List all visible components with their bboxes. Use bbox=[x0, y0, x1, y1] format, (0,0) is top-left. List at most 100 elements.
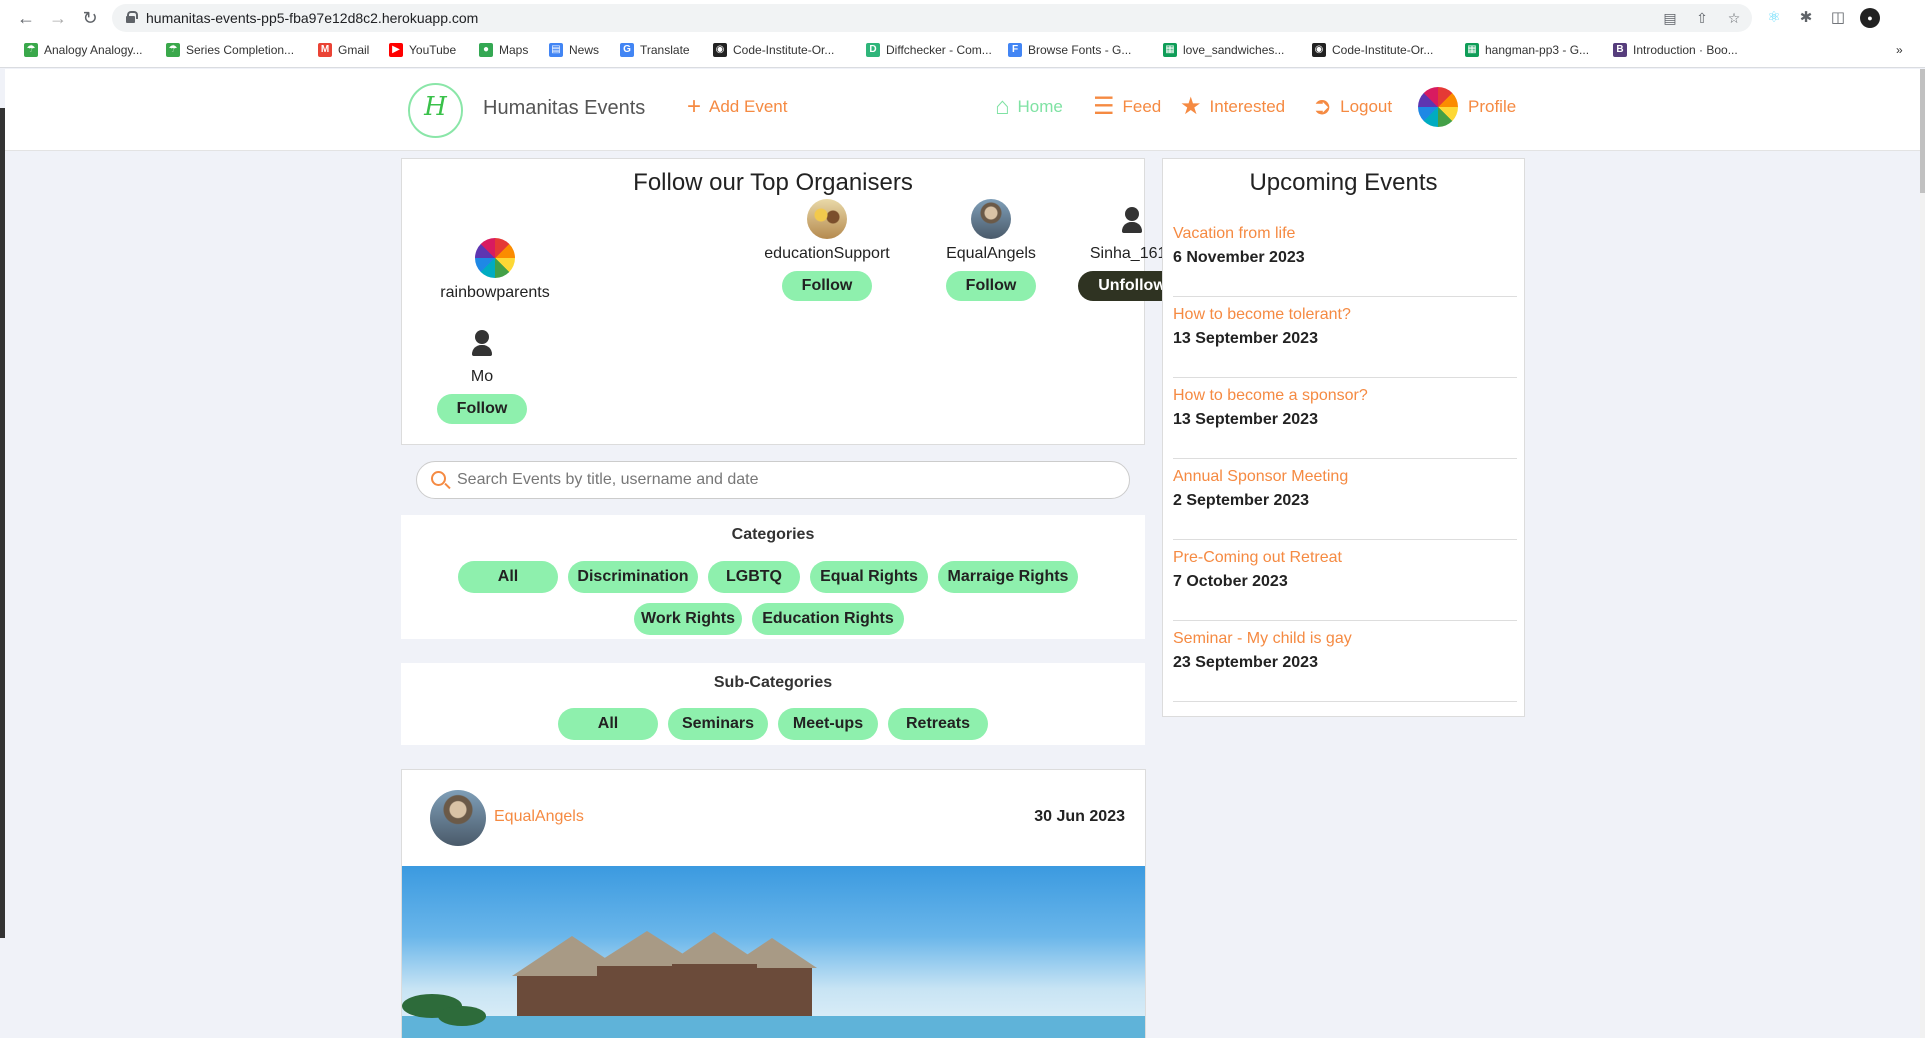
search-bar bbox=[416, 461, 1130, 499]
forward-icon[interactable]: → bbox=[48, 8, 68, 28]
nav-interested-label: Interested bbox=[1209, 97, 1286, 116]
category-chip-discrimination[interactable]: Discrimination bbox=[568, 561, 698, 593]
event-title-link[interactable]: Seminar - My child is gay bbox=[1173, 630, 1352, 648]
upcoming-event-item: Seminar - My child is gay 23 September 2… bbox=[1173, 620, 1517, 702]
nav-interested[interactable]: ★ Interested bbox=[1180, 95, 1286, 119]
side-panel-icon[interactable]: ◫ bbox=[1828, 8, 1848, 28]
event-title-link[interactable]: How to become a sponsor? bbox=[1173, 387, 1368, 405]
bookmark-item[interactable]: D Diffchecker - Com... bbox=[866, 43, 992, 57]
nav-logout[interactable]: ➲ Logout bbox=[1312, 93, 1392, 120]
bookmark-star-icon[interactable]: ☆ bbox=[1726, 10, 1742, 26]
bookmark-item[interactable]: ● Maps bbox=[479, 43, 528, 57]
bookmark-label: Diffchecker - Com... bbox=[886, 43, 992, 57]
category-chip-education-rights[interactable]: Education Rights bbox=[752, 603, 904, 635]
gmail-icon: M bbox=[318, 43, 332, 57]
page-scrollbar[interactable] bbox=[1920, 69, 1925, 1038]
address-bar[interactable]: humanitas-events-pp5-fba97e12d8c2.heroku… bbox=[112, 4, 1752, 32]
avatar[interactable] bbox=[807, 199, 847, 239]
subcategory-chip-meetups[interactable]: Meet-ups bbox=[778, 708, 878, 740]
more-bookmarks-icon[interactable]: » bbox=[1896, 43, 1903, 57]
bookmark-label: Introduction · Boo... bbox=[1633, 43, 1738, 57]
category-chip-lgbtq[interactable]: LGBTQ bbox=[708, 561, 800, 593]
url-text[interactable]: humanitas-events-pp5-fba97e12d8c2.heroku… bbox=[146, 10, 478, 26]
avatar[interactable] bbox=[971, 199, 1011, 239]
category-chip-marriage-rights[interactable]: Marraige Rights bbox=[938, 561, 1078, 593]
organiser-name[interactable]: rainbowparents bbox=[425, 284, 565, 302]
feed-icon: ☰ bbox=[1093, 93, 1115, 120]
maps-icon: ● bbox=[479, 43, 493, 57]
subcategory-chip-all[interactable]: All bbox=[558, 708, 658, 740]
bookmark-item[interactable]: F Browse Fonts - G... bbox=[1008, 43, 1131, 57]
nav-profile[interactable]: Profile bbox=[1418, 87, 1516, 127]
upcoming-event-item: How to become a sponsor? 13 September 20… bbox=[1173, 377, 1517, 459]
event-title-link[interactable]: Annual Sponsor Meeting bbox=[1173, 468, 1348, 486]
search-input[interactable] bbox=[457, 468, 1117, 492]
back-icon[interactable]: ← bbox=[16, 8, 36, 28]
lock-icon bbox=[126, 11, 138, 23]
nav-feed-label: Feed bbox=[1122, 97, 1162, 116]
category-chip-all[interactable]: All bbox=[458, 561, 558, 593]
follow-button[interactable]: Follow bbox=[781, 271, 873, 301]
organiser-name[interactable]: educationSupport bbox=[757, 245, 897, 263]
bookmarks-bar: ☂ Analogy Analogy... ☂ Series Completion...… bbox=[0, 40, 1925, 64]
bookmark-item[interactable]: B Introduction · Boo... bbox=[1613, 43, 1738, 57]
diffchecker-icon: D bbox=[866, 43, 880, 57]
nav-feed[interactable]: ☰ Feed bbox=[1093, 93, 1162, 120]
brand-name[interactable]: Humanitas Events bbox=[483, 97, 645, 120]
profile-avatar-icon[interactable]: ● bbox=[1860, 8, 1880, 28]
nav-profile-label: Profile bbox=[1468, 97, 1517, 116]
upcoming-event-item: Vacation from life 6 November 2023 bbox=[1173, 215, 1517, 297]
follow-button[interactable]: Follow bbox=[945, 271, 1037, 301]
app-navbar: H Humanitas Events + Add Event ⌂ Home ☰ … bbox=[5, 69, 1920, 151]
bookmark-item[interactable]: ▦ love_sandwiches... bbox=[1163, 43, 1284, 57]
install-icon[interactable]: ▤ bbox=[1662, 10, 1678, 26]
bookmark-item[interactable]: ▶ YouTube bbox=[389, 43, 456, 57]
bookmark-item[interactable]: ◉ Code-Institute-Or... bbox=[1312, 43, 1433, 57]
scrollbar-thumb[interactable] bbox=[1920, 69, 1925, 193]
resort-illustration bbox=[402, 931, 1145, 1038]
github-icon: ◉ bbox=[713, 43, 727, 57]
follow-button[interactable]: Follow bbox=[436, 394, 528, 424]
bookmark-item[interactable]: ▦ hangman-pp3 - G... bbox=[1465, 43, 1589, 57]
bookmark-item[interactable]: M Gmail bbox=[318, 43, 369, 57]
post-username-link[interactable]: EqualAngels bbox=[494, 808, 584, 826]
event-title-link[interactable]: How to become tolerant? bbox=[1173, 306, 1351, 324]
category-chip-equal-rights[interactable]: Equal Rights bbox=[810, 561, 928, 593]
organiser-name[interactable]: EqualAngels bbox=[921, 245, 1061, 263]
event-date: 2 September 2023 bbox=[1173, 492, 1310, 509]
reload-icon[interactable]: ↻ bbox=[80, 8, 100, 28]
bookmark-item[interactable]: G Translate bbox=[620, 43, 690, 57]
subcategory-chip-seminars[interactable]: Seminars bbox=[668, 708, 768, 740]
sheets-icon: ▦ bbox=[1163, 43, 1177, 57]
react-devtools-icon[interactable]: ⚛ bbox=[1764, 8, 1784, 28]
category-chip-work-rights[interactable]: Work Rights bbox=[634, 603, 742, 635]
event-title-link[interactable]: Vacation from life bbox=[1173, 225, 1295, 243]
subcategory-chip-retreats[interactable]: Retreats bbox=[888, 708, 988, 740]
share-icon[interactable]: ⇧ bbox=[1694, 10, 1710, 26]
upcoming-event-item: Pre-Coming out Retreat 7 October 2023 bbox=[1173, 539, 1517, 621]
nav-add-event[interactable]: + Add Event bbox=[687, 95, 787, 119]
event-image[interactable] bbox=[402, 866, 1145, 1038]
organiser-name[interactable]: Mo bbox=[412, 368, 552, 386]
bookmark-item[interactable]: ☂ Series Completion... bbox=[166, 43, 294, 57]
event-title-link[interactable]: Pre-Coming out Retreat bbox=[1173, 549, 1342, 567]
organiser-educationSupport: educationSupport Follow bbox=[757, 199, 897, 301]
bookmark-label: YouTube bbox=[409, 43, 457, 57]
address-row: ← → ↻ humanitas-events-pp5-fba97e12d8c2.… bbox=[0, 0, 1925, 36]
bookmark-item[interactable]: ▤ News bbox=[549, 43, 599, 57]
categories-panel: Categories All Discrimination LGBTQ Equa… bbox=[401, 515, 1145, 639]
event-date: 6 November 2023 bbox=[1173, 249, 1305, 266]
avatar[interactable] bbox=[430, 790, 486, 846]
avatar[interactable] bbox=[475, 238, 515, 278]
nav-home[interactable]: ⌂ Home bbox=[995, 95, 1063, 119]
upcoming-event-item: Annual Sponsor Meeting 2 September 2023 bbox=[1173, 458, 1517, 540]
brand-logo[interactable]: H bbox=[408, 83, 463, 138]
bookmark-label: Analogy Analogy... bbox=[44, 43, 143, 57]
user-icon[interactable] bbox=[462, 322, 502, 362]
bookmark-label: Code-Institute-Or... bbox=[1332, 43, 1434, 57]
bookmark-item[interactable]: ☂ Analogy Analogy... bbox=[24, 43, 143, 57]
logout-icon: ➲ bbox=[1312, 93, 1333, 120]
user-icon[interactable] bbox=[1112, 199, 1152, 239]
extensions-icon[interactable]: ✱ bbox=[1796, 8, 1816, 28]
bookmark-item[interactable]: ◉ Code-Institute-Or... bbox=[713, 43, 834, 57]
